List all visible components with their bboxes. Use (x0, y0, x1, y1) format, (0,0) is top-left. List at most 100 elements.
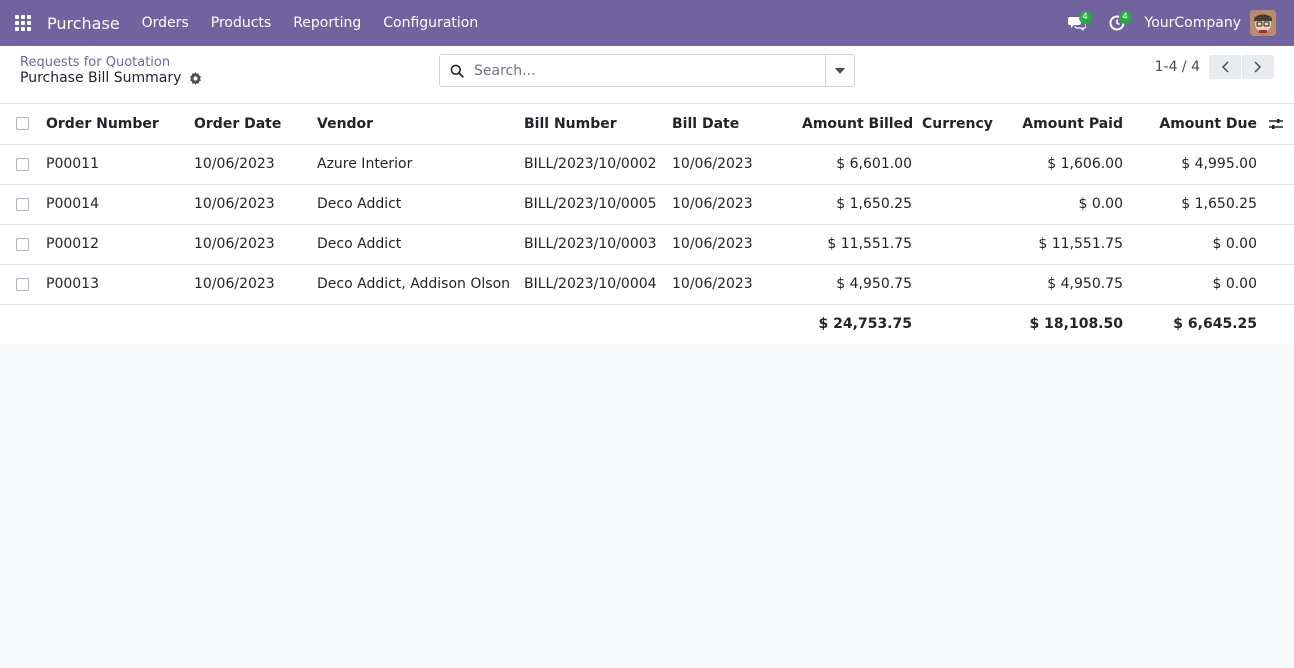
chevron-right-icon (1254, 61, 1262, 73)
search-icon (440, 64, 474, 78)
menu-products[interactable]: Products (200, 15, 282, 31)
pager-previous-button[interactable] (1209, 55, 1241, 79)
column-header-amount-billed[interactable]: Amount Billed (802, 104, 912, 145)
cell-vendor: Deco Addict, Addison Olson (317, 264, 524, 305)
cell-order-date: 10/06/2023 (194, 184, 317, 225)
bill-summary-table: Order Number Order Date Vendor Bill Numb… (0, 104, 1294, 344)
table-row[interactable]: P00013 10/06/2023 Deco Addict, Addison O… (0, 264, 1294, 305)
column-header-currency[interactable]: Currency (912, 104, 1008, 145)
company-switcher[interactable]: YourCompany (1137, 15, 1251, 31)
optional-columns-toggle[interactable] (1257, 118, 1294, 130)
row-checkbox[interactable] (16, 277, 29, 291)
cell-bill-number: BILL/2023/10/0004 (524, 264, 672, 305)
cell-bill-number: BILL/2023/10/0005 (524, 184, 672, 225)
cell-order-date: 10/06/2023 (194, 224, 317, 265)
activities-button[interactable]: 4 (1097, 0, 1137, 46)
cell-order-number: P00014 (46, 184, 194, 225)
cell-amount-billed: $ 1,650.25 (802, 184, 912, 225)
cell-order-number: P00011 (46, 144, 194, 185)
cell-bill-number: BILL/2023/10/0002 (524, 144, 672, 185)
cell-amount-due: $ 4,995.00 (1123, 144, 1257, 185)
totals-row: $ 24,753.75 $ 18,108.50 $ 6,645.25 (0, 304, 1294, 344)
table-row[interactable]: P00014 10/06/2023 Deco Addict BILL/2023/… (0, 184, 1294, 225)
cell-currency (912, 224, 1008, 265)
sliders-icon (1268, 118, 1283, 129)
column-header-bill-number[interactable]: Bill Number (524, 104, 672, 145)
cell-amount-due: $ 1,650.25 (1123, 184, 1257, 225)
cell-vendor: Deco Addict (317, 224, 524, 265)
column-header-bill-date[interactable]: Bill Date (672, 104, 802, 145)
caret-down-icon (835, 67, 845, 74)
search-input[interactable] (474, 55, 825, 86)
cell-order-date: 10/06/2023 (194, 144, 317, 185)
total-amount-paid: $ 18,108.50 (1029, 316, 1123, 333)
cell-amount-paid: $ 0.00 (1008, 184, 1123, 225)
cell-bill-date: 10/06/2023 (672, 224, 802, 265)
app-name[interactable]: Purchase (46, 14, 131, 33)
cell-amount-paid: $ 4,950.75 (1008, 264, 1123, 305)
row-checkbox[interactable] (16, 157, 29, 171)
cell-amount-paid: $ 11,551.75 (1008, 224, 1123, 265)
row-checkbox[interactable] (16, 237, 29, 251)
control-panel: Requests for Quotation Purchase Bill Sum… (0, 46, 1294, 104)
column-header-vendor[interactable]: Vendor (317, 104, 524, 145)
menu-orders[interactable]: Orders (131, 15, 200, 31)
apps-menu-icon[interactable] (0, 0, 46, 46)
table-header-row: Order Number Order Date Vendor Bill Numb… (0, 104, 1294, 145)
cell-currency (912, 184, 1008, 225)
select-all-cell (0, 104, 46, 145)
menu-configuration[interactable]: Configuration (372, 15, 489, 31)
select-all-checkbox[interactable] (16, 117, 29, 131)
cell-amount-billed: $ 6,601.00 (802, 144, 912, 185)
messages-count-badge: 4 (1078, 11, 1092, 24)
total-amount-billed: $ 24,753.75 (818, 316, 912, 333)
totals-end (1257, 304, 1294, 344)
table-row[interactable]: P00011 10/06/2023 Azure Interior BILL/20… (0, 144, 1294, 185)
cell-bill-date: 10/06/2023 (672, 184, 802, 225)
search-bar (439, 54, 855, 87)
chevron-left-icon (1221, 61, 1229, 73)
pager-next-button[interactable] (1242, 55, 1274, 79)
cell-currency (912, 264, 1008, 305)
cell-order-number: P00013 (46, 264, 194, 305)
row-select-cell (0, 264, 46, 305)
cell-amount-paid: $ 1,606.00 (1008, 144, 1123, 185)
optional-columns-cell (1257, 104, 1294, 145)
activities-count-badge: 4 (1118, 11, 1132, 24)
table-row[interactable]: P00012 10/06/2023 Deco Addict BILL/2023/… (0, 224, 1294, 265)
menu-reporting[interactable]: Reporting (282, 15, 372, 31)
cell-spacer (1257, 184, 1294, 225)
cell-spacer (1257, 264, 1294, 305)
totals-spacer (0, 304, 802, 344)
row-checkbox[interactable] (16, 197, 29, 211)
column-header-amount-paid[interactable]: Amount Paid (1008, 104, 1123, 145)
search-options-toggle[interactable] (825, 55, 854, 86)
total-amount-due: $ 6,645.25 (1173, 316, 1257, 333)
row-select-cell (0, 224, 46, 265)
cell-spacer (1257, 224, 1294, 265)
column-header-amount-due[interactable]: Amount Due (1123, 104, 1257, 145)
cell-amount-due: $ 0.00 (1123, 224, 1257, 265)
cell-bill-date: 10/06/2023 (672, 264, 802, 305)
gear-icon[interactable] (189, 71, 202, 85)
cell-currency (912, 144, 1008, 185)
messages-button[interactable]: 4 (1057, 0, 1097, 46)
column-header-order-date[interactable]: Order Date (194, 104, 317, 145)
breadcrumb-parent-link[interactable]: Requests for Quotation (20, 55, 170, 70)
cell-vendor: Deco Addict (317, 184, 524, 225)
user-avatar[interactable] (1250, 10, 1276, 36)
page-title: Purchase Bill Summary (20, 70, 182, 86)
cell-amount-due: $ 0.00 (1123, 264, 1257, 305)
column-header-order-number[interactable]: Order Number (46, 104, 194, 145)
pager: 1-4 / 4 (1155, 55, 1274, 79)
row-select-cell (0, 184, 46, 225)
cell-bill-number: BILL/2023/10/0003 (524, 224, 672, 265)
row-select-cell (0, 144, 46, 185)
list-view: Order Number Order Date Vendor Bill Numb… (0, 104, 1294, 344)
pager-value[interactable]: 1-4 / 4 (1155, 59, 1200, 75)
cell-amount-billed: $ 4,950.75 (802, 264, 912, 305)
cell-vendor: Azure Interior (317, 144, 524, 185)
cell-order-number: P00012 (46, 224, 194, 265)
cell-bill-date: 10/06/2023 (672, 144, 802, 185)
cell-amount-billed: $ 11,551.75 (802, 224, 912, 265)
